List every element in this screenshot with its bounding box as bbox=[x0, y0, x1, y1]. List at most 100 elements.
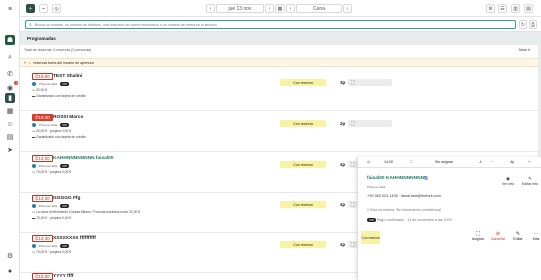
detail-header: ◷ 14:00 ⛶ Sin asignar ♙ − 4p + bbox=[358, 157, 541, 168]
guest-name: TEST Shalini bbox=[53, 74, 83, 79]
detail-assign[interactable]: Sin asignar bbox=[435, 160, 453, 164]
party-size: 4p bbox=[340, 202, 346, 207]
search-icon[interactable]: ⌕ bbox=[5, 53, 15, 63]
increase-button[interactable]: + bbox=[528, 160, 530, 164]
waitlist-button[interactable]: ◎ bbox=[52, 4, 61, 13]
visit-tag: Primera visita bbox=[39, 204, 58, 208]
view-floor-icon[interactable]: ▥ bbox=[511, 4, 520, 13]
table-icon: ⛶ bbox=[410, 160, 413, 164]
reservation-totals: Total de reservas: 0 reservas (0 persona… bbox=[24, 48, 92, 52]
visit-tag: Primera visita bbox=[39, 244, 58, 248]
status-badge[interactable]: Con reserva bbox=[280, 161, 326, 168]
sidebar: ≡ ☗ ⌕ ✆ ◉ 2 ▮ ▦ ☺ ▤ ➤ ⚙ ● bbox=[0, 0, 20, 280]
reservation-row[interactable]: ⏱ 19:00 TEST Shalini Primera visita VIP ▭… bbox=[20, 71, 538, 111]
amount-text: 70,00 € · propina 0,00 € bbox=[36, 250, 72, 254]
party-size: 3p bbox=[340, 80, 346, 85]
party-size: 4p bbox=[340, 162, 346, 167]
reservation-time: ⏱ 14:30 bbox=[32, 195, 53, 202]
avatar[interactable]: ● bbox=[5, 266, 15, 276]
settings-icon[interactable]: ⚙ bbox=[486, 4, 495, 13]
table-icon: ⛶ bbox=[351, 121, 355, 126]
search-placeholder: Busca un nombre, un número de teléfono, … bbox=[34, 22, 217, 27]
search-input[interactable]: ⌕ Busca un nombre, un número de teléfono… bbox=[25, 20, 516, 29]
time-label: 19:30 bbox=[38, 115, 50, 120]
visit-tag: Primera visita bbox=[39, 123, 58, 127]
reservation-row[interactable]: ⏱ 19:30 ROSSI Marco Primera visita VIP ▭ … bbox=[20, 112, 538, 152]
guest-name: XXXXXXXX ffffffffff bbox=[53, 236, 96, 241]
status-badge[interactable]: Con reserva bbox=[280, 120, 326, 127]
chevron-down-icon: ˅ bbox=[24, 60, 27, 65]
table-selector[interactable]: ⛶ bbox=[348, 79, 392, 86]
out-of-hours-warning[interactable]: ˅ ⚠ reservas fuera del horario de apertu… bbox=[20, 58, 538, 67]
guest-name: YYYY ffff bbox=[53, 274, 74, 279]
previous-service-button[interactable]: ‹ bbox=[286, 4, 295, 13]
next-service-button[interactable]: › bbox=[343, 4, 352, 13]
detail-note: ⌸ Esta es interna. Sin información confi… bbox=[367, 208, 441, 212]
reservation-time: ⏱ 19:30 bbox=[32, 114, 53, 121]
time-label: 19:00 bbox=[38, 74, 50, 79]
avatar bbox=[32, 244, 36, 248]
edit-button[interactable]: ✎ Editar bbox=[508, 231, 528, 241]
notifications-icon[interactable]: ◉ 2 bbox=[5, 81, 18, 93]
vip-badge: VIP bbox=[60, 82, 70, 86]
calendar-icon[interactable]: ▦ bbox=[5, 106, 15, 116]
decrease-button[interactable]: − bbox=[491, 160, 493, 164]
settings-icon[interactable]: ⚙ bbox=[5, 251, 15, 261]
logo-icon[interactable]: ☗ bbox=[5, 35, 15, 45]
edit-info-label: Editar info bbox=[521, 182, 539, 186]
guests-icon[interactable]: ☺ bbox=[5, 119, 15, 129]
send-icon[interactable]: ➤ bbox=[5, 145, 15, 155]
next-day-button[interactable]: › bbox=[265, 4, 274, 13]
vip-badge: VIP bbox=[60, 244, 70, 248]
google-icon: G bbox=[424, 176, 428, 182]
calendar-icon[interactable]: ▦ bbox=[275, 4, 285, 13]
view-timeline-icon[interactable]: ▤ bbox=[524, 4, 533, 13]
view-info-button[interactable]: ◉ Ver info bbox=[497, 176, 519, 186]
table-selector[interactable]: ⛶ bbox=[348, 120, 392, 127]
view-list-icon[interactable]: ☰ bbox=[498, 4, 507, 13]
warning-text: reservas fuera del horario de apertura bbox=[33, 60, 94, 65]
chart-icon[interactable]: ▤ bbox=[5, 132, 15, 142]
table-icon: ⛶ bbox=[351, 242, 355, 247]
walk-in-button[interactable]: ⌁ bbox=[39, 4, 48, 13]
guarantee-line: ▬ Garantizado con tarjeta de crédito bbox=[32, 94, 86, 98]
service-selector[interactable]: Cena bbox=[296, 4, 342, 13]
search-row: ⌕ Busca un nombre, un número de teléfono… bbox=[20, 17, 541, 32]
status-badge[interactable]: Con reserva bbox=[280, 201, 326, 208]
add-reservation-button[interactable]: + bbox=[26, 4, 35, 13]
phone-icon[interactable]: ✆ bbox=[5, 69, 15, 79]
detail-status-badge[interactable]: Con reserva bbox=[361, 231, 380, 244]
cancel-label: Cancelar bbox=[490, 237, 506, 241]
guest-tags: Primera visita VIP bbox=[32, 82, 70, 86]
menu-text: La carta di riferimento Cosesa Milano / … bbox=[36, 210, 141, 214]
avatar bbox=[32, 164, 36, 168]
guest-name: ROSSI Marco bbox=[53, 115, 84, 120]
guests-icon: ♙ bbox=[479, 160, 483, 164]
status-badge[interactable]: Con reserva bbox=[280, 241, 326, 248]
reservations-icon[interactable]: ▮ bbox=[5, 93, 15, 103]
previous-day-button[interactable]: ‹ bbox=[206, 4, 215, 13]
section-title: Programadas bbox=[27, 36, 56, 41]
detail-guest-name[interactable]: faisal00 KAHHNNNNNNNN bbox=[367, 176, 428, 181]
edit-label: Editar bbox=[513, 237, 523, 241]
status-badge[interactable]: Con reserva bbox=[280, 79, 326, 86]
reservation-time: ⏱ 14:00 bbox=[32, 155, 53, 162]
table-icon: ⛶ bbox=[351, 80, 355, 85]
date-selector[interactable]: jue 13 nov bbox=[216, 4, 264, 13]
edit-info-button[interactable]: ✎ Editar info bbox=[519, 176, 541, 186]
party-size: 4p bbox=[340, 242, 346, 247]
assign-button[interactable]: ⛶ Asignar bbox=[468, 231, 488, 241]
reservation-detail-panel: ◷ 14:00 ⛶ Sin asignar ♙ − 4p + faisal00 … bbox=[357, 157, 541, 280]
more-actions-button[interactable]: ⋯ Más bbox=[526, 231, 541, 241]
top-toolbar: + ⌁ ◎ ‹ jue 13 nov › ▦ ‹ Cena › ⚙ ☰ ▥ ▤ bbox=[20, 0, 541, 17]
more-button[interactable]: More ▾ bbox=[519, 48, 530, 52]
menu-icon[interactable]: ≡ bbox=[5, 4, 15, 14]
detail-payment: VIP Pago confirmado · 13 de noviembre a … bbox=[367, 218, 453, 222]
cancel-button[interactable]: ⊘ Cancelar bbox=[488, 231, 508, 241]
print-icon[interactable]: ⎙ bbox=[529, 20, 537, 29]
detail-time[interactable]: 14:00 bbox=[384, 160, 393, 164]
vip-badge: VIP bbox=[60, 123, 70, 127]
more-label: Más bbox=[532, 237, 540, 241]
reservation-time: ⏱ 19:00 bbox=[32, 73, 53, 80]
refresh-icon[interactable]: ↻ bbox=[519, 20, 527, 29]
